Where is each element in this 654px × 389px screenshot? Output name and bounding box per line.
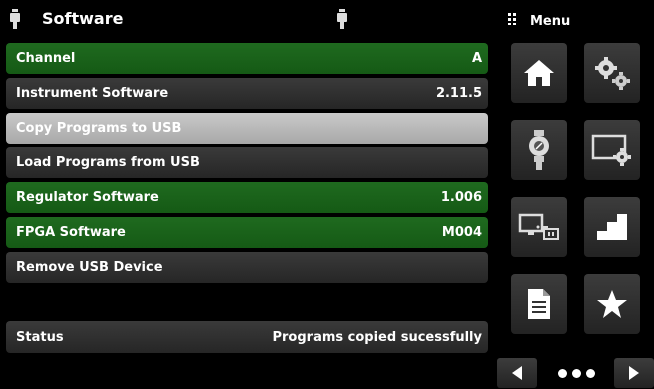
home-icon xyxy=(524,60,554,86)
regulator-button[interactable] xyxy=(511,120,567,180)
step-chart-icon xyxy=(597,214,627,240)
channel-row[interactable]: Channel A xyxy=(6,43,488,74)
remote-button[interactable] xyxy=(511,197,567,257)
row-label: Remove USB Device xyxy=(16,260,163,275)
favorites-button[interactable] xyxy=(584,274,640,334)
row-label: Regulator Software xyxy=(16,190,159,205)
page-title: Software xyxy=(42,9,124,28)
home-button[interactable] xyxy=(511,43,567,103)
row-label: Copy Programs to USB xyxy=(16,121,182,136)
regulator-icon xyxy=(529,130,549,170)
grip-icon xyxy=(508,13,516,25)
status-bar: Status Programs copied sucessfully xyxy=(6,321,488,353)
row-label: Load Programs from USB xyxy=(16,155,200,170)
display-settings-button[interactable] xyxy=(584,120,640,180)
row-value: 1.006 xyxy=(440,190,482,205)
page-indicator xyxy=(558,369,595,378)
settings-button[interactable] xyxy=(584,43,640,103)
row-value: 2.11.5 xyxy=(435,86,482,101)
status-label: Status xyxy=(16,329,64,345)
menu-title: Menu xyxy=(530,14,571,29)
fpga-software-row[interactable]: FPGA Software M004 xyxy=(6,217,488,248)
gears-icon xyxy=(595,57,630,90)
step-program-button[interactable] xyxy=(584,197,640,257)
arrow-left-icon xyxy=(512,366,522,380)
remote-display-icon xyxy=(518,213,559,240)
load-programs-from-usb-button[interactable]: Load Programs from USB xyxy=(6,147,488,178)
remove-usb-device-button[interactable]: Remove USB Device xyxy=(6,252,488,283)
row-value: A xyxy=(471,51,482,66)
row-label: Instrument Software xyxy=(16,86,169,101)
row-label: Channel xyxy=(16,51,76,66)
instrument-software-row[interactable]: Instrument Software 2.11.5 xyxy=(6,78,488,109)
next-page-button[interactable] xyxy=(614,358,654,388)
monitor-gear-icon xyxy=(591,134,631,166)
documents-button[interactable] xyxy=(511,274,567,334)
row-value: M004 xyxy=(441,225,482,240)
arrow-right-icon xyxy=(629,366,639,380)
document-icon xyxy=(528,289,550,319)
status-message: Programs copied sucessfully xyxy=(272,329,482,345)
previous-page-button[interactable] xyxy=(497,358,537,388)
page-dot xyxy=(572,369,581,378)
page-dot xyxy=(586,369,595,378)
sensor-icon xyxy=(10,9,20,29)
regulator-software-row[interactable]: Regulator Software 1.006 xyxy=(6,182,488,213)
copy-programs-to-usb-button[interactable]: Copy Programs to USB xyxy=(6,113,488,144)
header-bar: Software xyxy=(0,0,494,38)
sensor-icon[interactable] xyxy=(337,9,347,31)
row-label: FPGA Software xyxy=(16,225,126,240)
star-icon xyxy=(597,290,627,318)
page-dot xyxy=(558,369,567,378)
